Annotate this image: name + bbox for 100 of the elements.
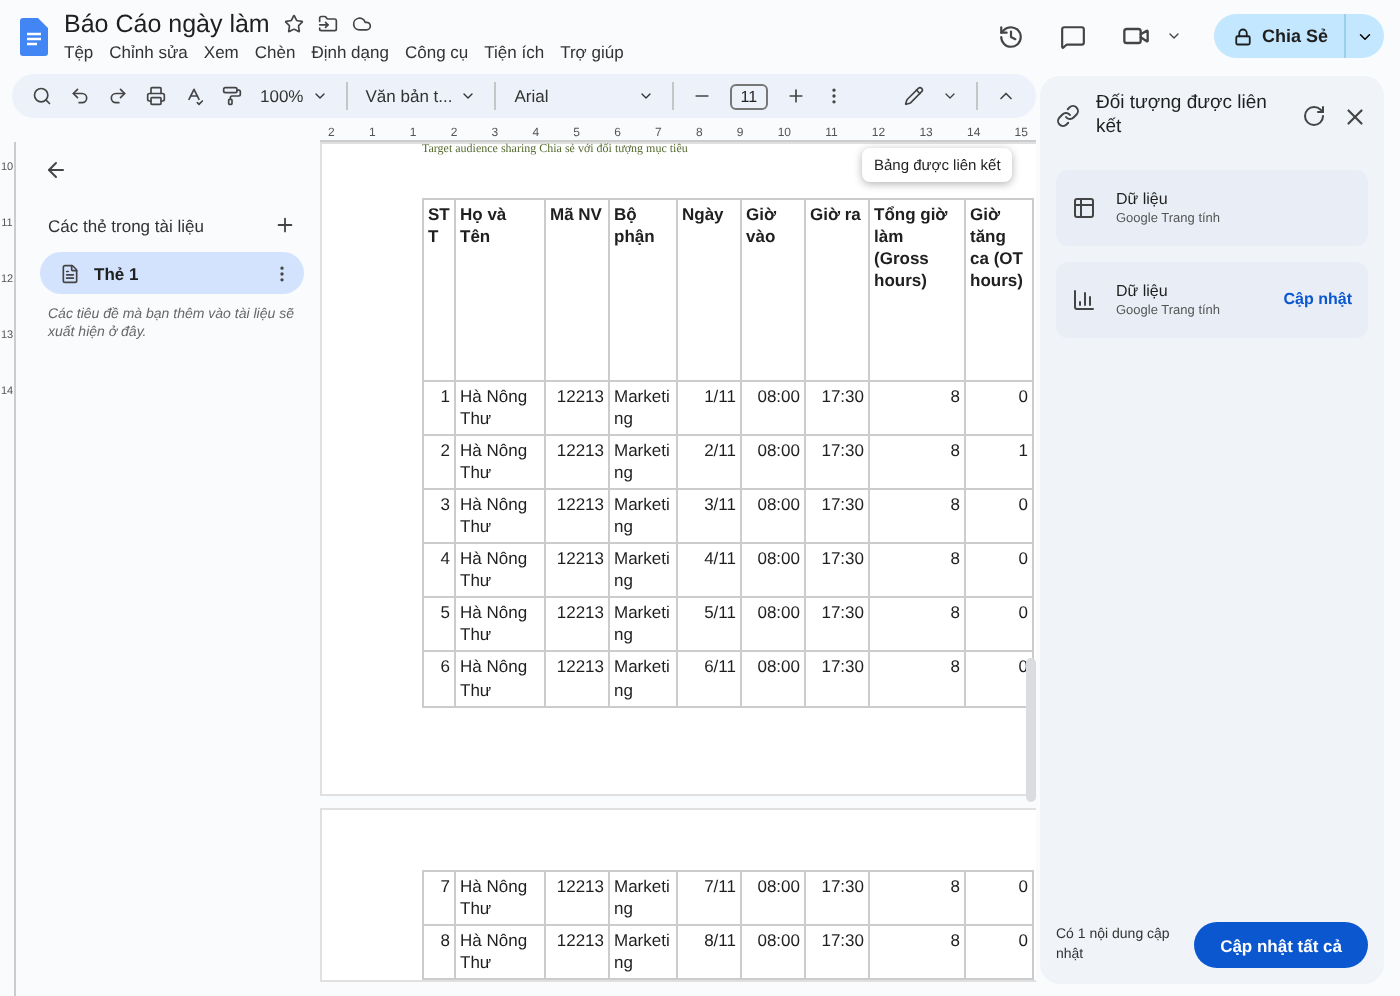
table-cell: 12213 xyxy=(545,651,609,707)
folder-icon[interactable] xyxy=(317,14,338,34)
paint-format-icon[interactable] xyxy=(222,86,242,106)
table-cell: 17:30 xyxy=(805,435,869,490)
table-cell: Marketing xyxy=(609,381,677,436)
print-icon[interactable] xyxy=(146,86,166,106)
caret-icon xyxy=(638,88,655,104)
table-cell: 0 xyxy=(965,543,1033,598)
table-cell: 17:30 xyxy=(805,597,869,652)
column-header: Giờ tăng ca (OT hours) xyxy=(965,199,1033,381)
document-title[interactable]: Báo Cáo ngày làm xyxy=(64,10,270,38)
menu-item[interactable]: Trợ giúp xyxy=(560,42,624,62)
caret-icon xyxy=(311,88,328,104)
table-cell: Hà Nông Thư xyxy=(455,435,545,490)
video-icon[interactable] xyxy=(1121,22,1150,50)
table-cell: Marketing xyxy=(609,435,677,490)
table-cell: 12213 xyxy=(545,597,609,652)
table-cell: 12213 xyxy=(545,543,609,598)
table-cell: 4 xyxy=(423,543,455,598)
table-cell: 6 xyxy=(423,651,455,707)
table-cell: 08:00 xyxy=(741,435,805,490)
undo-icon[interactable] xyxy=(70,86,90,106)
column-header: Họ và Tên xyxy=(455,199,545,381)
scrollbar-thumb[interactable] xyxy=(1026,658,1036,802)
outline-heading: Các thẻ trong tài liệu xyxy=(48,215,204,235)
table-cell: 0 xyxy=(965,597,1033,652)
menu-item[interactable]: Chỉnh sửa xyxy=(109,42,188,62)
table-cell: 08:00 xyxy=(741,381,805,436)
plus-icon[interactable] xyxy=(785,86,806,106)
star-icon[interactable] xyxy=(283,14,304,34)
table-cell: Hà Nông Thư xyxy=(455,651,545,707)
chart-icon xyxy=(1072,287,1096,312)
table-cell: 17:30 xyxy=(805,489,869,544)
table-cell: 8 xyxy=(869,871,965,926)
table-cell: 08:00 xyxy=(741,597,805,652)
table-cell: 12213 xyxy=(545,381,609,436)
update-all-button[interactable]: Cập nhật tất cả xyxy=(1194,922,1368,968)
table-cell: 0 xyxy=(965,489,1033,544)
table-cell: 1 xyxy=(965,435,1033,490)
document-tab[interactable]: Thẻ 1 xyxy=(40,252,304,294)
table-cell: 8 xyxy=(869,381,965,436)
add-icon[interactable] xyxy=(274,214,296,236)
column-header: Giờ ra xyxy=(805,199,869,381)
caret-icon xyxy=(460,88,477,104)
menu-item[interactable]: Tệp xyxy=(64,42,94,62)
caret-icon[interactable] xyxy=(1165,28,1182,44)
search-icon[interactable] xyxy=(32,86,52,106)
pencil-icon[interactable] xyxy=(904,86,924,106)
close-icon[interactable] xyxy=(1342,103,1368,130)
refresh-icon[interactable] xyxy=(1302,104,1326,129)
table-cell: 8 xyxy=(869,925,965,980)
table-cell: 7/11 xyxy=(677,871,741,926)
table-cell: 17:30 xyxy=(805,651,869,707)
menu-item[interactable]: Xem xyxy=(203,42,239,62)
caret-icon[interactable] xyxy=(942,88,958,104)
font-dropdown[interactable]: Arial xyxy=(514,86,655,106)
table-cell: 8 xyxy=(869,597,965,652)
table-cell: 08:00 xyxy=(741,871,805,926)
table-cell: 12213 xyxy=(545,489,609,544)
table-cell: Hà Nông Thư xyxy=(455,489,545,544)
table-cell: Marketing xyxy=(609,871,677,926)
link-icon xyxy=(1056,104,1080,129)
table-cell: 5 xyxy=(423,597,455,652)
column-header: Mã NV xyxy=(545,199,609,381)
redo-icon[interactable] xyxy=(108,86,128,106)
table-cell: 8 xyxy=(869,435,965,490)
table-cell: 8 xyxy=(423,925,455,980)
table-cell: Hà Nông Thư xyxy=(455,925,545,980)
object-name: Dữ liệu xyxy=(1116,281,1170,300)
table-cell: 17:30 xyxy=(805,543,869,598)
menu-item[interactable]: Định dạng xyxy=(311,42,389,62)
table-cell: Marketing xyxy=(609,651,677,707)
table-cell: 0 xyxy=(965,925,1033,980)
zoom-dropdown[interactable]: 100% xyxy=(260,86,328,106)
table-cell: 4/11 xyxy=(677,543,741,598)
spellcheck-icon[interactable] xyxy=(184,86,204,106)
comment-icon[interactable] xyxy=(1059,23,1086,49)
table-cell: Hà Nông Thư xyxy=(455,597,545,652)
table-cell: Marketing xyxy=(609,597,677,652)
lock-icon xyxy=(1233,27,1252,45)
table-cell: 17:30 xyxy=(805,871,869,926)
style-dropdown[interactable]: Văn bản t... xyxy=(365,86,477,106)
update-link[interactable]: Cập nhật xyxy=(1283,290,1352,309)
table-cell: 8 xyxy=(869,543,965,598)
menu-item[interactable]: Tiện ích xyxy=(484,42,545,62)
table-cell: 8 xyxy=(869,651,965,707)
cloud-icon[interactable] xyxy=(351,14,372,34)
table-cell: 2 xyxy=(423,435,455,490)
column-header: Ngày xyxy=(677,199,741,381)
table-cell: 08:00 xyxy=(741,925,805,980)
table-cell: Marketing xyxy=(609,925,677,980)
history-icon[interactable] xyxy=(997,23,1024,49)
table-cell: 1 xyxy=(423,381,455,436)
font-size-field[interactable]: 11 xyxy=(730,83,768,109)
back-button[interactable] xyxy=(44,158,68,182)
table-cell: 2/11 xyxy=(677,435,741,490)
docs-logo[interactable] xyxy=(20,17,48,55)
menu-item[interactable]: Công cụ xyxy=(404,42,469,62)
menu-item[interactable]: Chèn xyxy=(254,42,296,62)
table-cell: 7 xyxy=(423,871,455,926)
